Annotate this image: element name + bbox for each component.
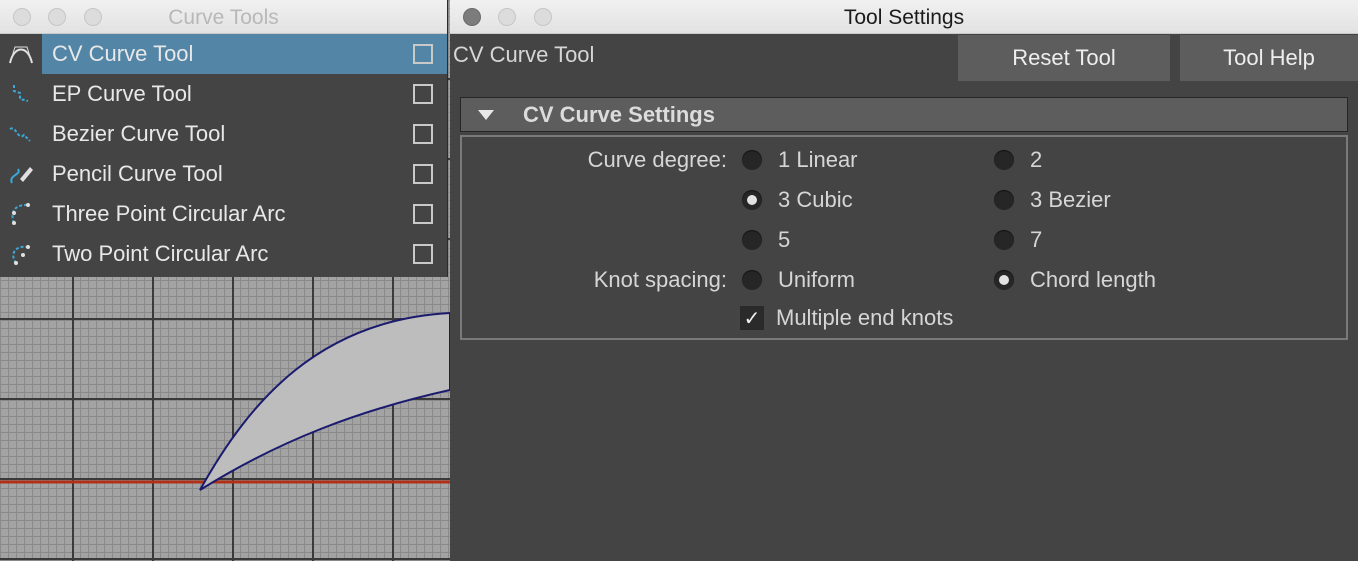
option-box[interactable] xyxy=(413,84,433,104)
tool-settings-window: Tool Settings CV Curve Tool Reset Tool T… xyxy=(450,0,1358,561)
radio-button xyxy=(742,270,762,290)
menu-item-pencil-curve-tool[interactable]: Pencil Curve Tool xyxy=(0,154,447,194)
radio-label: 2 xyxy=(1030,147,1043,172)
radio-button xyxy=(994,190,1014,210)
tool-settings-header: CV Curve Tool Reset Tool Tool Help xyxy=(450,33,1358,93)
collapse-arrow-icon xyxy=(478,109,494,120)
menu-item-label: Three Point Circular Arc xyxy=(52,201,286,226)
option-box[interactable] xyxy=(413,164,433,184)
curve-tools-window: Curve Tools CV Curve Tool EP Curve Tool xyxy=(0,0,448,277)
radio-degree-7[interactable]: 7 xyxy=(994,227,1042,253)
radio-label: Chord length xyxy=(1030,267,1156,292)
multiple-end-knots-checkbox[interactable]: ✓ Multiple end knots xyxy=(740,305,953,331)
radio-label: Uniform xyxy=(778,267,856,292)
window-title: Tool Settings xyxy=(843,6,965,29)
cv-curve-icon xyxy=(0,34,42,74)
checkbox-label: Multiple end knots xyxy=(776,305,954,330)
radio-knot-chord-length[interactable]: Chord length xyxy=(994,267,1156,293)
radio-degree-1-linear[interactable]: 1 Linear xyxy=(742,147,858,173)
radio-label: 3 Bezier xyxy=(1030,187,1111,212)
menu-item-three-point-circular-arc[interactable]: Three Point Circular Arc xyxy=(0,194,447,234)
menu-item-label: EP Curve Tool xyxy=(52,81,192,106)
menu-item-label: Pencil Curve Tool xyxy=(52,161,223,186)
pencil-curve-icon xyxy=(0,154,42,194)
menu-item-label: CV Curve Tool xyxy=(52,41,194,66)
radio-degree-3-cubic[interactable]: 3 Cubic xyxy=(742,187,853,213)
option-box[interactable] xyxy=(413,124,433,144)
curve-degree-label: Curve degree: xyxy=(587,147,727,172)
tool-help-button[interactable]: Tool Help xyxy=(1180,35,1358,81)
two-point-arc-icon xyxy=(0,234,42,274)
radio-degree-5[interactable]: 5 xyxy=(742,227,790,253)
reset-tool-button[interactable]: Reset Tool xyxy=(958,35,1170,81)
option-box[interactable] xyxy=(413,244,433,264)
radio-degree-3-bezier[interactable]: 3 Bezier xyxy=(994,187,1111,213)
menu-item-two-point-circular-arc[interactable]: Two Point Circular Arc xyxy=(0,234,447,274)
bezier-curve-icon xyxy=(0,114,42,154)
option-box[interactable] xyxy=(413,44,433,64)
section-title: CV Curve Settings xyxy=(523,101,715,127)
radio-label: 3 Cubic xyxy=(778,187,853,212)
radio-knot-uniform[interactable]: Uniform xyxy=(742,267,855,293)
checkmark-icon: ✓ xyxy=(740,306,764,330)
curve-tool-list: CV Curve Tool EP Curve Tool Bezier Curve… xyxy=(0,34,447,274)
three-point-arc-icon xyxy=(0,194,42,234)
radio-button xyxy=(994,230,1014,250)
knot-spacing-label: Knot spacing: xyxy=(593,267,727,292)
radio-label: 1 Linear xyxy=(778,147,858,172)
option-box[interactable] xyxy=(413,204,433,224)
menu-item-ep-curve-tool[interactable]: EP Curve Tool xyxy=(0,74,447,114)
radio-button-selected xyxy=(742,190,762,210)
menu-item-bezier-curve-tool[interactable]: Bezier Curve Tool xyxy=(0,114,447,154)
window-title: Curve Tools xyxy=(168,6,279,29)
current-tool-name: CV Curve Tool xyxy=(453,42,595,67)
cv-curve-settings-body: Curve degree: 1 Linear 2 3 Cubic 3 Bezie… xyxy=(460,135,1348,340)
menu-item-cv-curve-tool[interactable]: CV Curve Tool xyxy=(0,34,447,74)
radio-button xyxy=(742,150,762,170)
radio-label: 5 xyxy=(778,227,791,252)
radio-button xyxy=(994,150,1014,170)
radio-degree-2[interactable]: 2 xyxy=(994,147,1042,173)
curve-tools-titlebar: Curve Tools xyxy=(0,0,447,34)
radio-button-selected xyxy=(994,270,1014,290)
radio-button xyxy=(742,230,762,250)
menu-item-label: Two Point Circular Arc xyxy=(52,241,269,266)
curve-surface xyxy=(199,311,450,491)
ep-curve-icon xyxy=(0,74,42,114)
cv-curve-settings-section-header[interactable]: CV Curve Settings xyxy=(460,97,1348,132)
tool-settings-titlebar: Tool Settings xyxy=(450,0,1358,34)
menu-item-label: Bezier Curve Tool xyxy=(52,121,226,146)
radio-label: 7 xyxy=(1030,227,1043,252)
